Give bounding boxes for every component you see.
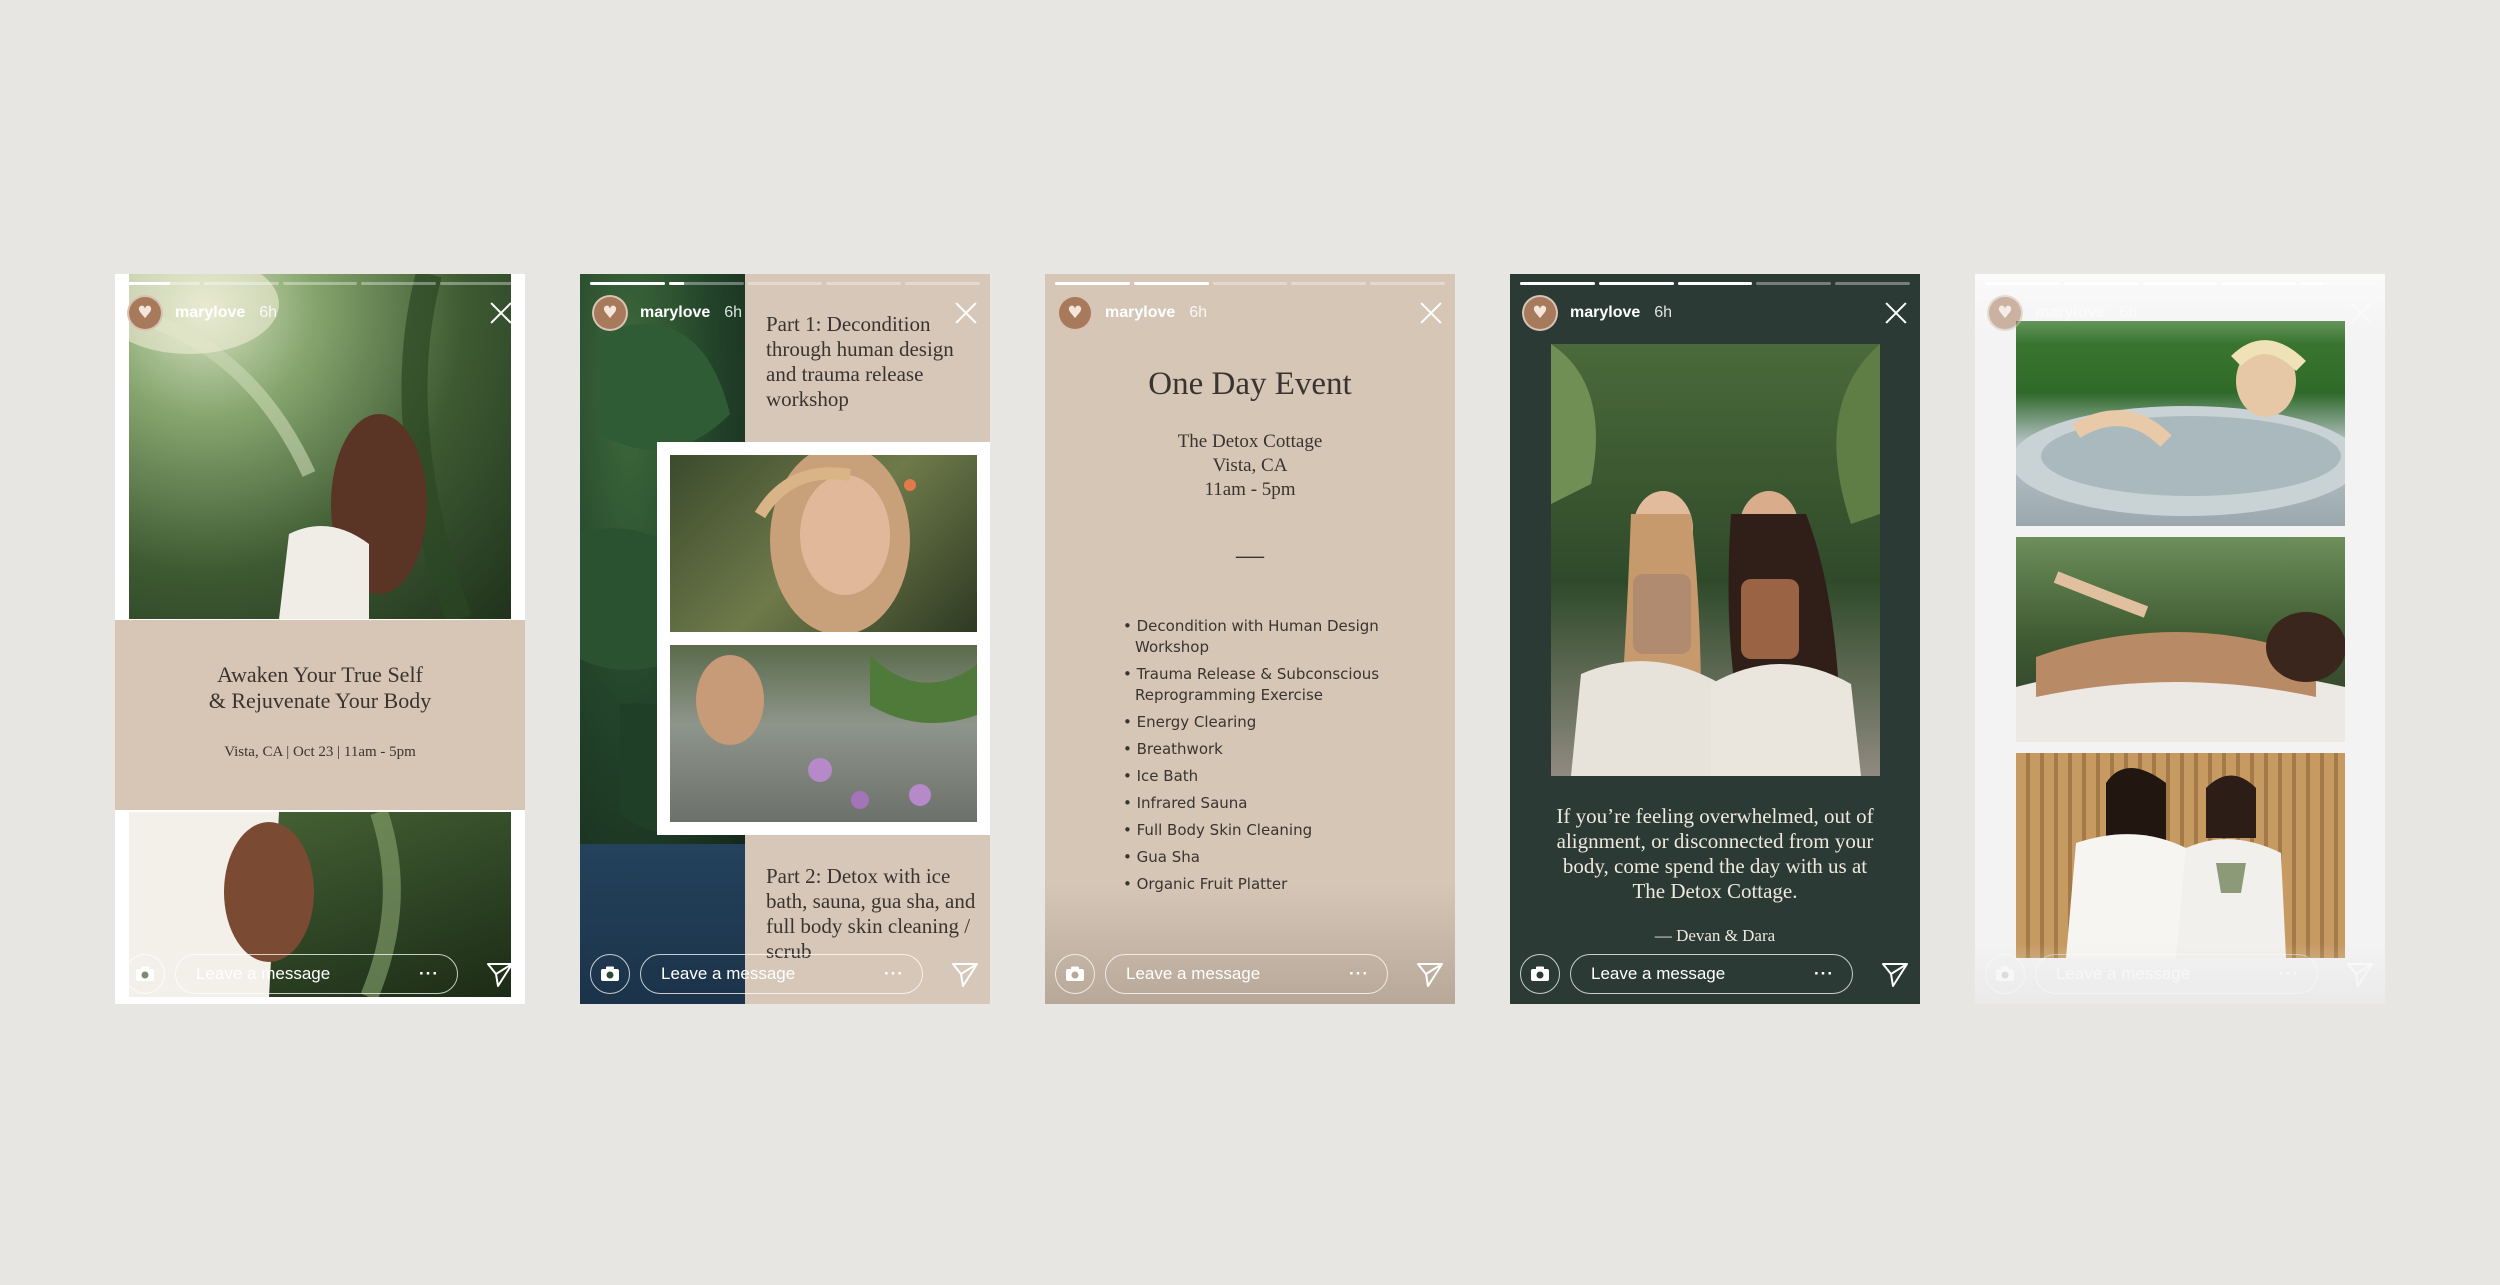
story-progress <box>125 282 515 285</box>
avatar[interactable]: ♥ <box>592 295 628 331</box>
send-icon[interactable] <box>2345 959 2375 989</box>
message-placeholder: Leave a message <box>1126 964 1261 983</box>
post-time: 6h <box>1654 304 1673 321</box>
post-time: 6h <box>259 304 278 321</box>
event-hours: 11am - 5pm <box>1204 479 1296 500</box>
avatar[interactable]: ♥ <box>1522 295 1558 331</box>
message-placeholder: Leave a message <box>661 964 796 983</box>
list-item: • Breathwork <box>1123 740 1223 758</box>
story-progress <box>1055 282 1445 285</box>
story-header: ♥ marylove 6h <box>1522 294 1908 332</box>
story-footer: Leave a message ··· <box>590 952 980 996</box>
host-signature: — Devan & Dara <box>1654 926 1776 945</box>
list-item: • Gua Sha <box>1123 848 1200 866</box>
username[interactable]: marylove <box>640 304 710 322</box>
story-footer: Leave a message ··· <box>1055 952 1445 996</box>
story-progress <box>1985 282 2375 285</box>
list-item: • Organic Fruit Platter <box>1123 875 1288 893</box>
story-footer: Leave a message ··· <box>1985 952 2375 996</box>
story-header: ♥ marylove 6h <box>592 294 978 332</box>
hosts-photo <box>1551 344 1880 776</box>
ice-bath-photo <box>2016 321 2345 526</box>
list-item: • Full Body Skin Cleaning <box>1123 821 1313 839</box>
list-item: • Decondition with Human Design Workshop <box>1123 617 1379 656</box>
message-placeholder: Leave a message <box>1591 964 1726 983</box>
send-icon[interactable] <box>1415 959 1445 989</box>
more-icon[interactable]: ··· <box>419 964 439 984</box>
headline-line-2: & Rejuvenate Your Body <box>208 688 432 713</box>
story-card-4[interactable]: If you’re feeling overwhelmed, out of al… <box>1510 274 1920 1004</box>
title-banner: Awaken Your True Self & Rejuvenate Your … <box>115 620 525 810</box>
photo-frame <box>657 442 990 835</box>
event-details: Vista, CA | Oct 23 | 11am - 5pm <box>224 744 416 760</box>
post-time: 6h <box>2119 304 2138 321</box>
close-icon[interactable] <box>2349 301 2373 325</box>
list-item: • Trauma Release & Subconscious Reprogra… <box>1123 665 1380 704</box>
send-icon[interactable] <box>485 959 515 989</box>
close-icon[interactable] <box>1419 301 1443 325</box>
list-item: • Infrared Sauna <box>1123 794 1248 812</box>
story-progress <box>1520 282 1910 285</box>
username[interactable]: marylove <box>2035 304 2105 322</box>
ice-bath-flowers-photo <box>670 645 977 822</box>
close-icon[interactable] <box>1884 301 1908 325</box>
username[interactable]: marylove <box>175 304 245 322</box>
event-title: One Day Event <box>1148 366 1352 402</box>
message-input[interactable]: Leave a message ··· <box>1105 954 1388 994</box>
camera-icon[interactable] <box>1520 954 1560 994</box>
post-time: 6h <box>724 304 743 321</box>
venue-location: Vista, CA <box>1212 455 1288 476</box>
more-icon[interactable]: ··· <box>884 964 904 984</box>
story-card-3[interactable]: One Day Event The Detox Cottage Vista, C… <box>1045 274 1455 1004</box>
story-header: ♥ marylove 6h <box>1057 294 1443 332</box>
message-placeholder: Leave a message <box>196 964 331 983</box>
message-input[interactable]: Leave a message ··· <box>2035 954 2318 994</box>
divider: — <box>1236 540 1264 571</box>
username[interactable]: marylove <box>1105 304 1175 322</box>
post-time: 6h <box>1189 304 1208 321</box>
message-input[interactable]: Leave a message ··· <box>175 954 458 994</box>
camera-icon[interactable] <box>1055 954 1095 994</box>
avatar[interactable]: ♥ <box>1057 295 1093 331</box>
list-item: • Ice Bath <box>1123 767 1199 785</box>
invitation-quote: If you’re feeling overwhelmed, out of al… <box>1556 804 1874 903</box>
part-2-text: Part 2: Detox with ice bath, sauna, gua … <box>766 864 976 963</box>
close-icon[interactable] <box>489 301 513 325</box>
back-massage-photo <box>2016 537 2345 742</box>
story-card-2[interactable]: Part 1: Decondition through human design… <box>580 274 990 1004</box>
venue-name: The Detox Cottage <box>1177 431 1323 452</box>
agenda-list: • Decondition with Human Design Workshop… <box>1123 616 1393 901</box>
camera-icon[interactable] <box>590 954 630 994</box>
more-icon[interactable]: ··· <box>2279 964 2299 984</box>
message-input[interactable]: Leave a message ··· <box>1570 954 1853 994</box>
message-input[interactable]: Leave a message ··· <box>640 954 923 994</box>
message-placeholder: Leave a message <box>2056 964 2191 983</box>
camera-icon[interactable] <box>125 954 165 994</box>
avatar[interactable]: ♥ <box>1987 295 2023 331</box>
send-icon[interactable] <box>1880 959 1910 989</box>
send-icon[interactable] <box>950 959 980 989</box>
sauna-robes-photo <box>2016 753 2345 958</box>
story-progress <box>590 282 980 285</box>
story-card-5[interactable]: ♥ marylove 6h Leave a message ··· <box>1975 274 2385 1004</box>
username[interactable]: marylove <box>1570 304 1640 322</box>
camera-icon[interactable] <box>1985 954 2025 994</box>
story-header: ♥ marylove 6h <box>1987 294 2373 332</box>
list-item: • Energy Clearing <box>1123 713 1257 731</box>
story-footer: Leave a message ··· <box>1520 952 1910 996</box>
avatar[interactable]: ♥ <box>127 295 163 331</box>
headline-line-1: Awaken Your True Self <box>217 662 423 687</box>
more-icon[interactable]: ··· <box>1349 964 1369 984</box>
more-icon[interactable]: ··· <box>1814 964 1834 984</box>
story-card-1[interactable]: Awaken Your True Self & Rejuvenate Your … <box>115 274 525 1004</box>
story-header: ♥ marylove 6h <box>127 294 513 332</box>
close-icon[interactable] <box>954 301 978 325</box>
woman-hair-photo <box>670 455 977 632</box>
story-footer: Leave a message ··· <box>125 952 515 996</box>
